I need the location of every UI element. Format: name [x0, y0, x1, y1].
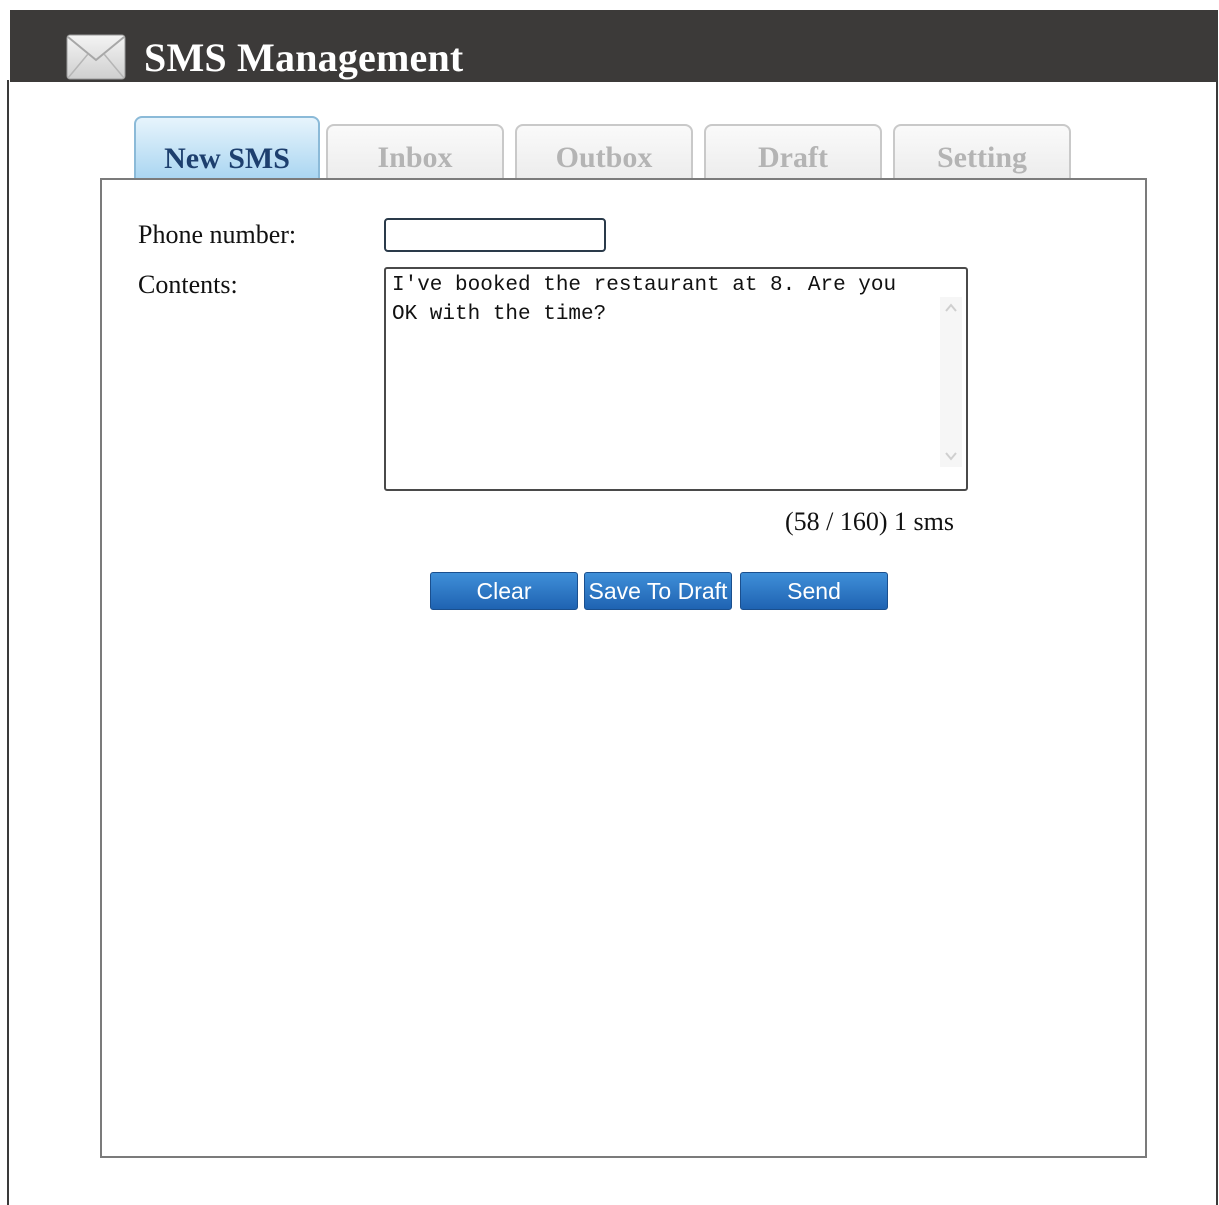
tab-inbox[interactable]: Inbox — [326, 124, 504, 180]
phone-number-label: Phone number: — [138, 220, 297, 249]
scroll-down-icon[interactable] — [942, 447, 960, 465]
contents-textarea[interactable]: I've booked the restaurant at 8. Are you… — [384, 267, 968, 491]
save-to-draft-button[interactable]: Save To Draft — [584, 572, 732, 610]
character-counter: (58 / 160) 1 sms — [785, 507, 954, 536]
send-button[interactable]: Send — [740, 572, 888, 610]
tab-new-sms[interactable]: New SMS — [134, 116, 320, 180]
sms-management-page: SMS Management New SMS Inbox Outbox Draf… — [0, 0, 1219, 1205]
frame-right-border — [1216, 80, 1218, 1205]
tab-draft[interactable]: Draft — [704, 124, 882, 180]
clear-button[interactable]: Clear — [430, 572, 578, 610]
contents-scrollbar[interactable] — [940, 297, 962, 467]
envelope-icon — [66, 34, 126, 80]
title-bar: SMS Management — [10, 10, 1218, 82]
scroll-up-icon[interactable] — [942, 299, 960, 317]
phone-number-input[interactable] — [384, 218, 606, 252]
tab-setting[interactable]: Setting — [893, 124, 1071, 180]
contents-text: I've booked the restaurant at 8. Are you… — [392, 274, 909, 326]
frame-left-border — [7, 80, 9, 1205]
contents-label: Contents: — [138, 270, 238, 299]
tab-outbox[interactable]: Outbox — [515, 124, 693, 180]
app-title: SMS Management — [144, 35, 464, 80]
